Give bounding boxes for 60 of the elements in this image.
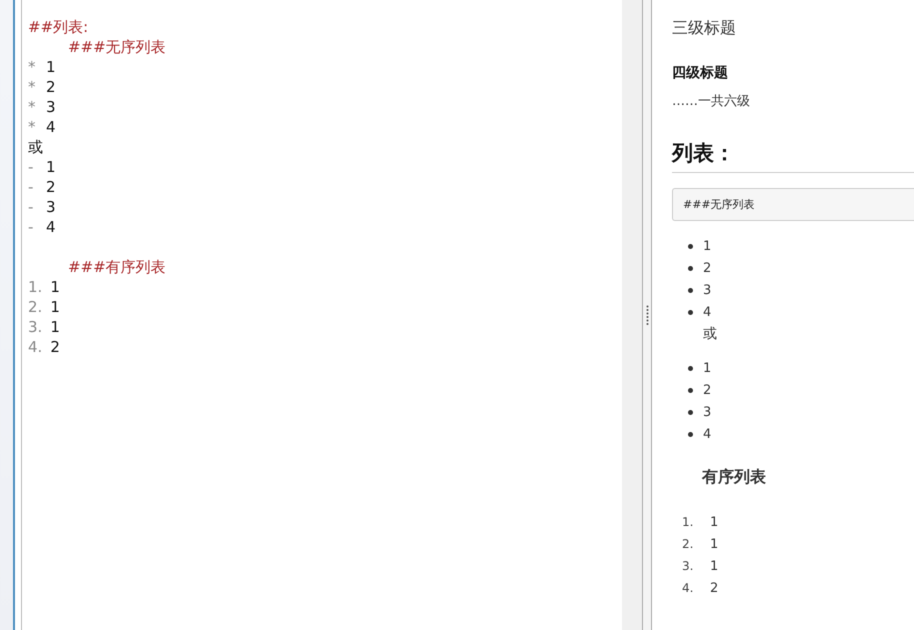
list-marker: * <box>28 97 36 117</box>
bullet-icon <box>688 366 693 370</box>
list-item-text: 1 <box>710 514 718 530</box>
paragraph: ……一共六级 <box>672 93 751 111</box>
list-item-text: 1 <box>46 157 56 177</box>
heading: 四级标题 <box>672 64 729 83</box>
list-marker: * <box>28 57 36 77</box>
list-marker: - <box>28 157 34 177</box>
bullet-icon <box>688 244 693 248</box>
list-marker: * <box>28 117 36 137</box>
list-item-text: 3 <box>703 282 712 298</box>
grip-icon[interactable] <box>646 304 648 326</box>
list-item-text: 2 <box>703 382 712 398</box>
paragraph: 或 <box>702 325 718 344</box>
list-item-text: 1 <box>50 297 60 317</box>
list-item-text: 4 <box>46 217 56 237</box>
plain-text-line: 或 <box>28 137 44 157</box>
list-number: 3. <box>682 559 694 573</box>
bullet-icon <box>688 288 693 292</box>
bullet-icon <box>688 432 693 436</box>
bullet-icon <box>688 266 693 270</box>
list-item-text: 4 <box>703 304 712 320</box>
heading: 列表： <box>672 138 914 173</box>
list-marker: 4. <box>28 337 42 357</box>
list-marker: * <box>28 77 36 97</box>
list-item-text: 3 <box>46 197 56 217</box>
list-marker: 3. <box>28 317 42 337</box>
list-item-text: 2 <box>710 580 718 596</box>
list-marker: - <box>28 177 34 197</box>
list-item-text: 3 <box>46 97 56 117</box>
list-marker: 2. <box>28 297 42 317</box>
list-item-text: 1 <box>50 277 60 297</box>
bullet-icon <box>688 310 693 314</box>
list-item-text: 1 <box>50 317 60 337</box>
list-marker: 1. <box>28 277 42 297</box>
heading: 有序列表 <box>700 466 767 488</box>
bullet-icon <box>688 388 693 392</box>
list-item-text: 1 <box>703 360 712 376</box>
markdown-heading-line: ###有序列表 <box>67 257 167 277</box>
heading: 三级标题 <box>672 17 737 39</box>
list-item-text: 3 <box>703 404 712 420</box>
markdown-heading-line: ###无序列表 <box>67 37 167 57</box>
markdown-heading-line: ##列表: <box>28 17 90 37</box>
list-item-text: 1 <box>46 57 56 77</box>
list-marker: - <box>28 197 34 217</box>
list-number: 1. <box>682 515 694 529</box>
list-item-text: 2 <box>50 337 60 357</box>
list-item-text: 1 <box>710 536 718 552</box>
list-marker: - <box>28 217 34 237</box>
list-item-text: 1 <box>710 558 718 574</box>
list-item-text: 2 <box>46 177 56 197</box>
list-item-text: 4 <box>703 426 712 442</box>
list-item-text: 1 <box>703 238 712 254</box>
list-item-text: 4 <box>46 117 56 137</box>
code-block: ###无序列表 <box>672 188 914 221</box>
list-number: 4. <box>682 581 694 595</box>
list-number: 2. <box>682 537 694 551</box>
bullet-icon <box>688 410 693 414</box>
list-item-text: 2 <box>703 260 712 276</box>
list-item-text: 2 <box>46 77 56 97</box>
